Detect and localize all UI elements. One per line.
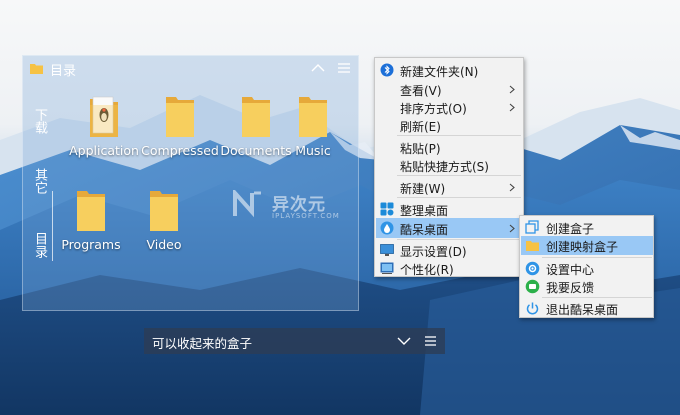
menu-item-personalize[interactable]: 个性化(R) (376, 258, 523, 278)
hamburger-icon[interactable] (337, 62, 351, 74)
submenu-item-exit[interactable]: 退出酷呆桌面 (521, 299, 653, 318)
folder-icon (299, 97, 327, 137)
menu-item-refresh[interactable]: 刷新(E) (376, 115, 523, 135)
submenu-item-create-box[interactable]: 创建盒子 (521, 218, 653, 237)
context-menu: 新建文件夹(N) 查看(V) 排序方式(O) 刷新(E) 粘贴(P) 粘贴快捷方… (374, 57, 524, 277)
submenu-item-label: 设置中心 (546, 263, 595, 277)
folder-icon (30, 64, 43, 74)
file-video[interactable]: Video (119, 187, 209, 252)
folder-icon (150, 191, 178, 231)
file-music[interactable]: Music (268, 93, 358, 158)
submenu-item-label: 创建盒子 (546, 222, 595, 236)
menu-item-new[interactable]: 新建(W) (376, 177, 523, 197)
menu-item-label: 酷呆桌面 (400, 223, 449, 237)
menu-separator (397, 175, 521, 176)
submenu-separator (542, 297, 652, 298)
menu-item-label: 刷新(E) (400, 120, 441, 134)
collapsed-fence[interactable]: 可以收起来的盒子 (144, 328, 445, 354)
submenu-item-create-mapped-box[interactable]: 创建映射盒子 (521, 236, 653, 255)
submenu-item-settings[interactable]: 设置中心 (521, 259, 653, 278)
menu-item-label: 新建文件夹(N) (400, 65, 479, 79)
hamburger-icon[interactable] (424, 335, 437, 347)
submenu-separator (542, 257, 652, 258)
folder-icon (77, 191, 105, 231)
chevron-right-icon (509, 224, 515, 233)
menu-item-new-folder[interactable]: 新建文件夹(N) (376, 60, 523, 80)
side-tab-download[interactable]: 下载 (25, 108, 49, 134)
chevron-right-icon (509, 183, 515, 192)
folder-icon (166, 97, 194, 137)
fence-title: 目录 (50, 64, 77, 79)
droplet-circle-icon (380, 221, 394, 235)
menu-item-paste[interactable]: 粘贴(P) (376, 137, 523, 157)
menu-item-label: 整理桌面 (400, 204, 449, 218)
menu-item-label: 新建(W) (400, 182, 446, 196)
menu-item-sort[interactable]: 排序方式(O) (376, 97, 523, 117)
chevron-right-icon (509, 85, 515, 94)
chevron-down-icon[interactable] (396, 335, 412, 347)
application-icon (90, 96, 118, 137)
chevron-up-icon[interactable] (310, 61, 326, 75)
power-icon (526, 302, 539, 315)
bluetooth-circle-icon (380, 63, 394, 77)
monitor-icon (380, 244, 394, 256)
watermark-sub: IPLAYSOFT.COM (272, 212, 340, 220)
menu-separator (397, 197, 521, 198)
grid-icon (380, 202, 394, 216)
folder-icon (526, 241, 539, 251)
fence-box[interactable]: 目录 下载 其它 目录 Application Compressed Docum… (22, 55, 359, 311)
menu-item-display-settings[interactable]: 显示设置(D) (376, 240, 523, 260)
menu-item-label: 粘贴快捷方式(S) (400, 160, 489, 174)
chevron-right-icon (509, 103, 515, 112)
coodesker-submenu: 创建盒子 创建映射盒子 设置中心 我要反馈 退出酷呆桌面 (519, 215, 654, 318)
personalize-monitor-icon (380, 262, 394, 274)
collapsed-fence-title: 可以收起来的盒子 (152, 336, 253, 351)
menu-separator (397, 135, 521, 136)
menu-item-paste-shortcut[interactable]: 粘贴快捷方式(S) (376, 155, 523, 175)
menu-item-label: 个性化(R) (400, 263, 454, 277)
gear-icon (525, 261, 540, 276)
watermark-logo-icon (233, 187, 261, 218)
file-label: Video (146, 237, 182, 252)
submenu-item-feedback[interactable]: 我要反馈 (521, 277, 653, 296)
feedback-chat-icon (525, 279, 540, 294)
menu-item-organize-desktop[interactable]: 整理桌面 (376, 199, 523, 219)
file-label: Music (295, 143, 331, 158)
watermark: 异次元 IPLAYSOFT.COM (232, 187, 347, 222)
menu-item-view[interactable]: 查看(V) (376, 79, 523, 99)
submenu-item-label: 我要反馈 (546, 281, 595, 295)
copy-box-icon (525, 220, 539, 234)
menu-item-coodesker[interactable]: 酷呆桌面 (376, 218, 523, 238)
submenu-item-label: 创建映射盒子 (546, 240, 619, 254)
submenu-item-label: 退出酷呆桌面 (546, 303, 619, 317)
fence-header[interactable]: 目录 (23, 56, 358, 82)
desktop[interactable]: 目录 下载 其它 目录 Application Compressed Docum… (0, 0, 680, 415)
